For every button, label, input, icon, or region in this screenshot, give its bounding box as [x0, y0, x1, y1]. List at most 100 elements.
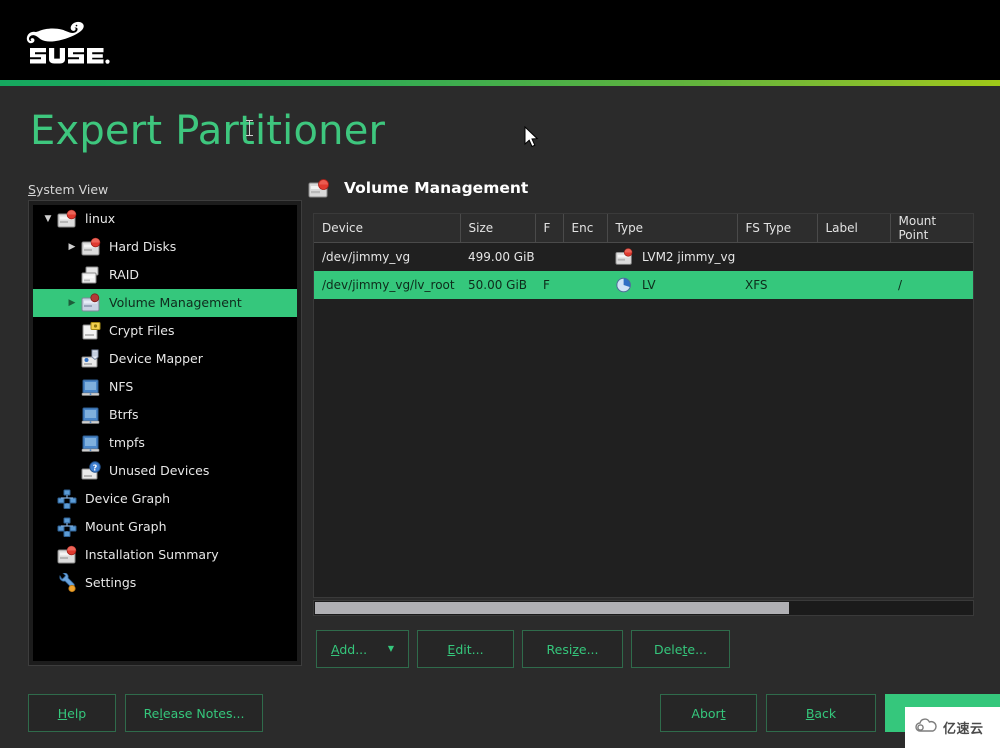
column-header-f[interactable]: F — [535, 214, 564, 243]
column-header-label[interactable]: Label — [817, 214, 891, 243]
text-cursor — [246, 120, 253, 136]
accent-gradient-bar — [0, 80, 1000, 86]
release-notes-button-label: Release Notes... — [143, 705, 245, 721]
delete-button[interactable]: Delete... — [631, 630, 730, 668]
sidebar-item-settings[interactable]: ▶Settings — [33, 569, 297, 597]
column-header-type[interactable]: Type — [607, 214, 738, 243]
cell-size: 499.00 GiB — [460, 242, 535, 271]
back-button[interactable]: Back — [766, 694, 876, 732]
sidebar-item-label: Settings — [85, 574, 137, 590]
system-view-tree[interactable]: ▼ linux ▶ Hard Disks ▶RAID ▶ Volume Management… — [33, 205, 297, 661]
cell-type-text: LV — [642, 277, 656, 292]
cell-type: LVM2 jimmy_vg — [607, 242, 737, 271]
expert-partitioner-window: Expert Partitioner System View ▼ linux ▶ Ha… — [0, 0, 1000, 748]
sidebar-item-label: Installation Summary — [85, 546, 219, 562]
cell-f: F — [535, 270, 563, 299]
sidebar-item-label: Mount Graph — [85, 518, 167, 534]
unused-devices-icon: ? — [81, 461, 103, 481]
sidebar-item-device-graph[interactable]: ▶Device Graph — [33, 485, 297, 513]
sidebar-item-label: Crypt Files — [109, 322, 175, 338]
table-body: /dev/jimmy_vg 499.00 GiB LVM2 jimmy_vg/dev… — [314, 242, 973, 299]
edit-button[interactable]: Edit... — [417, 630, 514, 668]
cell-device: /dev/jimmy_vg — [314, 242, 460, 271]
column-header-size[interactable]: Size — [460, 214, 536, 243]
sidebar-item-volume-management[interactable]: ▶ Volume Management — [33, 289, 297, 317]
column-header-device[interactable]: Device — [314, 214, 461, 243]
sidebar-item-installation-summary[interactable]: ▶Installation Summary — [33, 541, 297, 569]
system-view-accelerator: S — [28, 182, 36, 197]
abort-button[interactable]: Abort — [660, 694, 757, 732]
resize-button[interactable]: Resize... — [522, 630, 623, 668]
chevron-right-icon[interactable]: ▶ — [63, 242, 81, 252]
sidebar-item-device-mapper[interactable]: ▶Device Mapper — [33, 345, 297, 373]
sidebar-item-label: RAID — [109, 266, 140, 282]
sidebar-item-hard-disks[interactable]: ▶ Hard Disks — [33, 233, 297, 261]
content-heading-text: Volume Management — [344, 179, 529, 197]
cell-label — [817, 242, 890, 271]
folder-icon — [81, 433, 103, 453]
lv-icon — [615, 275, 635, 295]
suse-logo — [18, 12, 128, 68]
sidebar-item-label: Btrfs — [109, 406, 139, 422]
volume-table-container[interactable]: Device Size F Enc Type FS Type Label Mount Poin… — [313, 213, 974, 598]
sidebar-item-label: tmpfs — [109, 434, 145, 450]
table-row[interactable]: /dev/jimmy_vg/lv_root 50.00 GiB F LV XFS / — [314, 270, 973, 299]
sidebar-item-crypt-files[interactable]: ▶Crypt Files — [33, 317, 297, 345]
abort-button-label: Abort — [691, 705, 726, 721]
page-title: Expert Partitioner — [30, 108, 386, 154]
edit-button-label: Edit... — [447, 641, 484, 657]
cell-fs-type — [737, 242, 817, 271]
crypt-files-icon — [81, 321, 103, 341]
add-button-label: Add... — [331, 641, 368, 657]
hard-disk-icon — [57, 209, 79, 229]
watermark-text: 亿速云 — [943, 722, 984, 737]
help-button[interactable]: Help — [28, 694, 116, 732]
release-notes-button[interactable]: Release Notes... — [125, 694, 263, 732]
add-button[interactable]: Add... ▼ — [316, 630, 409, 668]
device-mapper-icon — [81, 349, 103, 369]
cell-mount-point: / — [890, 270, 973, 299]
sidebar-item-tmpfs[interactable]: ▶tmpfs — [33, 429, 297, 457]
sidebar-item-raid[interactable]: ▶RAID — [33, 261, 297, 289]
sidebar-item-label: linux — [85, 210, 116, 226]
column-header-mount-point[interactable]: Mount Point — [890, 214, 973, 243]
help-button-label: Help — [57, 705, 87, 721]
column-header-fs-type[interactable]: FS Type — [737, 214, 818, 243]
chevron-right-icon[interactable]: ▶ — [63, 298, 81, 308]
sidebar-item-unused-devices[interactable]: ▶?Unused Devices — [33, 457, 297, 485]
table-header-row: Device Size F Enc Type FS Type Label Mount Poin… — [314, 214, 973, 243]
top-banner — [0, 0, 1000, 80]
back-button-label: Back — [805, 705, 837, 721]
horizontal-scrollbar[interactable] — [313, 600, 974, 616]
lvm-vg-icon — [615, 247, 635, 267]
footer-left-buttons: Help Release Notes... — [28, 694, 263, 732]
wrench-icon — [57, 573, 79, 593]
system-view-label: System View — [28, 182, 108, 197]
watermark-overlay: 亿速云 — [905, 707, 1000, 748]
scrollbar-thumb[interactable] — [315, 602, 789, 614]
hard-disk-icon — [81, 237, 103, 257]
sidebar-item-label: Hard Disks — [109, 238, 177, 254]
folder-icon — [81, 377, 103, 397]
cell-size: 50.00 GiB — [460, 270, 535, 299]
sidebar-item-label: Volume Management — [109, 294, 242, 310]
resize-button-label: Resize... — [546, 641, 599, 657]
volume-table: Device Size F Enc Type FS Type Label Mount Poin… — [314, 214, 973, 299]
cell-device: /dev/jimmy_vg/lv_root — [314, 270, 460, 299]
graph-icon — [57, 489, 79, 509]
svg-text:?: ? — [93, 463, 98, 472]
system-view-tree-panel[interactable]: ▼ linux ▶ Hard Disks ▶RAID ▶ Volume Management… — [28, 200, 302, 666]
sidebar-item-nfs[interactable]: ▶NFS — [33, 373, 297, 401]
sidebar-item-btrfs[interactable]: ▶Btrfs — [33, 401, 297, 429]
chevron-down-icon[interactable]: ▼ — [39, 214, 57, 224]
table-action-buttons: Add... ▼ Edit... Resize... Delete... — [316, 630, 730, 668]
cell-fs-type: XFS — [737, 270, 817, 299]
sidebar-item-linux[interactable]: ▼ linux — [33, 205, 297, 233]
sidebar-item-label: Device Mapper — [109, 350, 203, 366]
cell-type: LV — [607, 270, 737, 299]
sidebar-item-mount-graph[interactable]: ▶Mount Graph — [33, 513, 297, 541]
column-header-enc[interactable]: Enc — [563, 214, 608, 243]
cell-label — [817, 270, 890, 299]
cell-enc — [563, 242, 607, 271]
table-row[interactable]: /dev/jimmy_vg 499.00 GiB LVM2 jimmy_vg — [314, 242, 973, 271]
